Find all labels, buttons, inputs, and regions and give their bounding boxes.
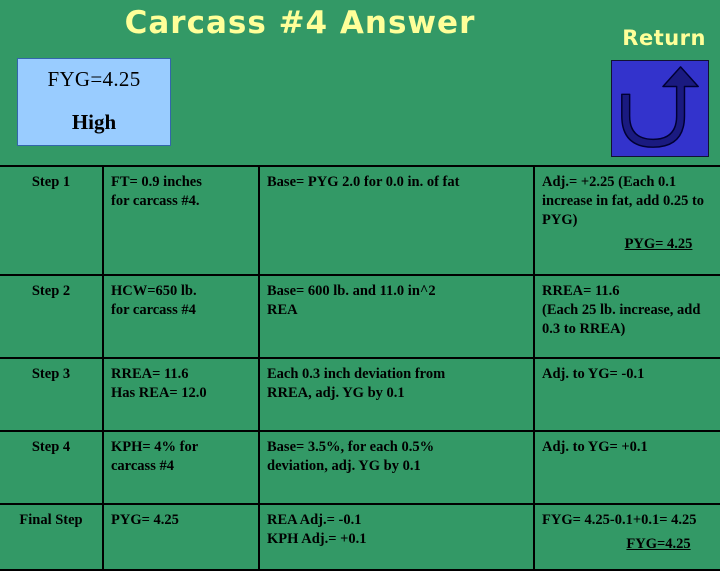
- cell-line: PYG= 4.25: [111, 512, 179, 528]
- return-button[interactable]: [611, 60, 709, 157]
- result-box: FYG=4.25 High: [17, 58, 171, 146]
- cell-line: FYG= 4.25-0.1+0.1= 4.25: [542, 512, 697, 528]
- table-row: Step 1 FT= 0.9 inches for carcass #4. Base=…: [0, 165, 720, 276]
- table-body: Step 1 FT= 0.9 inches for carcass #4. Base=…: [0, 165, 720, 571]
- cell-line: for carcass #4.: [111, 193, 200, 209]
- page-title: Carcass #4 Answer: [124, 5, 476, 41]
- cell-line: Adj.= +2.25 (Each 0.1: [542, 174, 677, 190]
- step-label-cell: Step 3: [0, 357, 104, 432]
- adjustment-cell: FYG= 4.25-0.1+0.1= 4.25 FYG=4.25: [533, 503, 720, 571]
- cell-line: RREA, adj. YG by 0.1: [267, 385, 405, 401]
- return-label: Return: [622, 26, 706, 50]
- base-standard-cell: Base= 3.5%, for each 0.5% deviation, adj.…: [258, 430, 535, 505]
- adjustment-cell: Adj. to YG= -0.1: [533, 357, 720, 432]
- u-turn-arrow-up-icon: [621, 66, 699, 148]
- measurement-cell: PYG= 4.25: [102, 503, 260, 571]
- adjustment-cell: RREA= 11.6 (Each 25 lb. increase, add 0.3 …: [533, 274, 720, 359]
- cell-line: Base= 600 lb. and 11.0 in^2: [267, 283, 436, 299]
- cell-line: Each 0.3 inch deviation from: [267, 366, 446, 382]
- cell-line: KPH= 4% for: [111, 439, 199, 455]
- result-grade-label: High: [71, 110, 117, 134]
- table-row: Step 3 RREA= 11.6 Has REA= 12.0 Each 0.3 in…: [0, 357, 720, 432]
- table-row: Step 2 HCW=650 lb. for carcass #4 Base= 600…: [0, 274, 720, 359]
- cell-line: 0.3 to RREA): [542, 321, 626, 337]
- step-label-cell: Step 4: [0, 430, 104, 505]
- cell-result-value: FYG=4.25: [626, 536, 691, 552]
- cell-line: RREA= 11.6: [542, 283, 620, 299]
- cell-line: RREA= 11.6: [111, 366, 189, 382]
- cell-line: FT= 0.9 inches: [111, 174, 202, 190]
- base-standard-cell: Base= 600 lb. and 11.0 in^2 REA: [258, 274, 535, 359]
- cell-line: increase in fat, add 0.25 to: [542, 193, 705, 209]
- measurement-cell: RREA= 11.6 Has REA= 12.0: [102, 357, 260, 432]
- step-label-cell: Final Step: [0, 503, 104, 571]
- measurement-cell: FT= 0.9 inches for carcass #4.: [102, 165, 260, 276]
- adjustment-cell: Adj.= +2.25 (Each 0.1 increase in fat, ad…: [533, 165, 720, 276]
- measurement-cell: HCW=650 lb. for carcass #4: [102, 274, 260, 359]
- cell-line: Base= 3.5%, for each 0.5%: [267, 439, 435, 455]
- cell-line: carcass #4: [111, 458, 174, 474]
- cell-line: Base= PYG 2.0 for 0.0 in. of fat: [267, 174, 460, 190]
- table-row: Final Step PYG= 4.25 REA Adj.= -0.1 KPH Adj…: [0, 503, 720, 571]
- adjustment-cell: Adj. to YG= +0.1: [533, 430, 720, 505]
- step-label-cell: Step 1: [0, 165, 104, 276]
- base-standard-cell: REA Adj.= -0.1 KPH Adj.= +0.1: [258, 503, 535, 571]
- cell-line: Adj. to YG= -0.1: [542, 366, 645, 382]
- cell-line: deviation, adj. YG by 0.1: [267, 458, 421, 474]
- cell-line: Has REA= 12.0: [111, 385, 207, 401]
- base-standard-cell: Each 0.3 inch deviation from RREA, adj. Y…: [258, 357, 535, 432]
- cell-line: HCW=650 lb.: [111, 283, 197, 299]
- cell-line: PYG): [542, 212, 578, 228]
- cell-result-value: PYG= 4.25: [624, 236, 693, 252]
- cell-line: Adj. to YG= +0.1: [542, 439, 648, 455]
- cell-line: REA Adj.= -0.1: [267, 512, 362, 528]
- step-label-cell: Step 2: [0, 274, 104, 359]
- table-row: Step 4 KPH= 4% for carcass #4 Base= 3.5%, f…: [0, 430, 720, 505]
- yield-grade-steps-table: Step 1 FT= 0.9 inches for carcass #4. Base=…: [0, 165, 720, 571]
- cell-line: for carcass #4: [111, 302, 196, 318]
- cell-line: (Each 25 lb. increase, add: [542, 302, 701, 318]
- result-fyg-value: FYG=4.25: [47, 67, 141, 91]
- base-standard-cell: Base= PYG 2.0 for 0.0 in. of fat: [258, 165, 535, 276]
- measurement-cell: KPH= 4% for carcass #4: [102, 430, 260, 505]
- cell-line: REA: [267, 302, 298, 318]
